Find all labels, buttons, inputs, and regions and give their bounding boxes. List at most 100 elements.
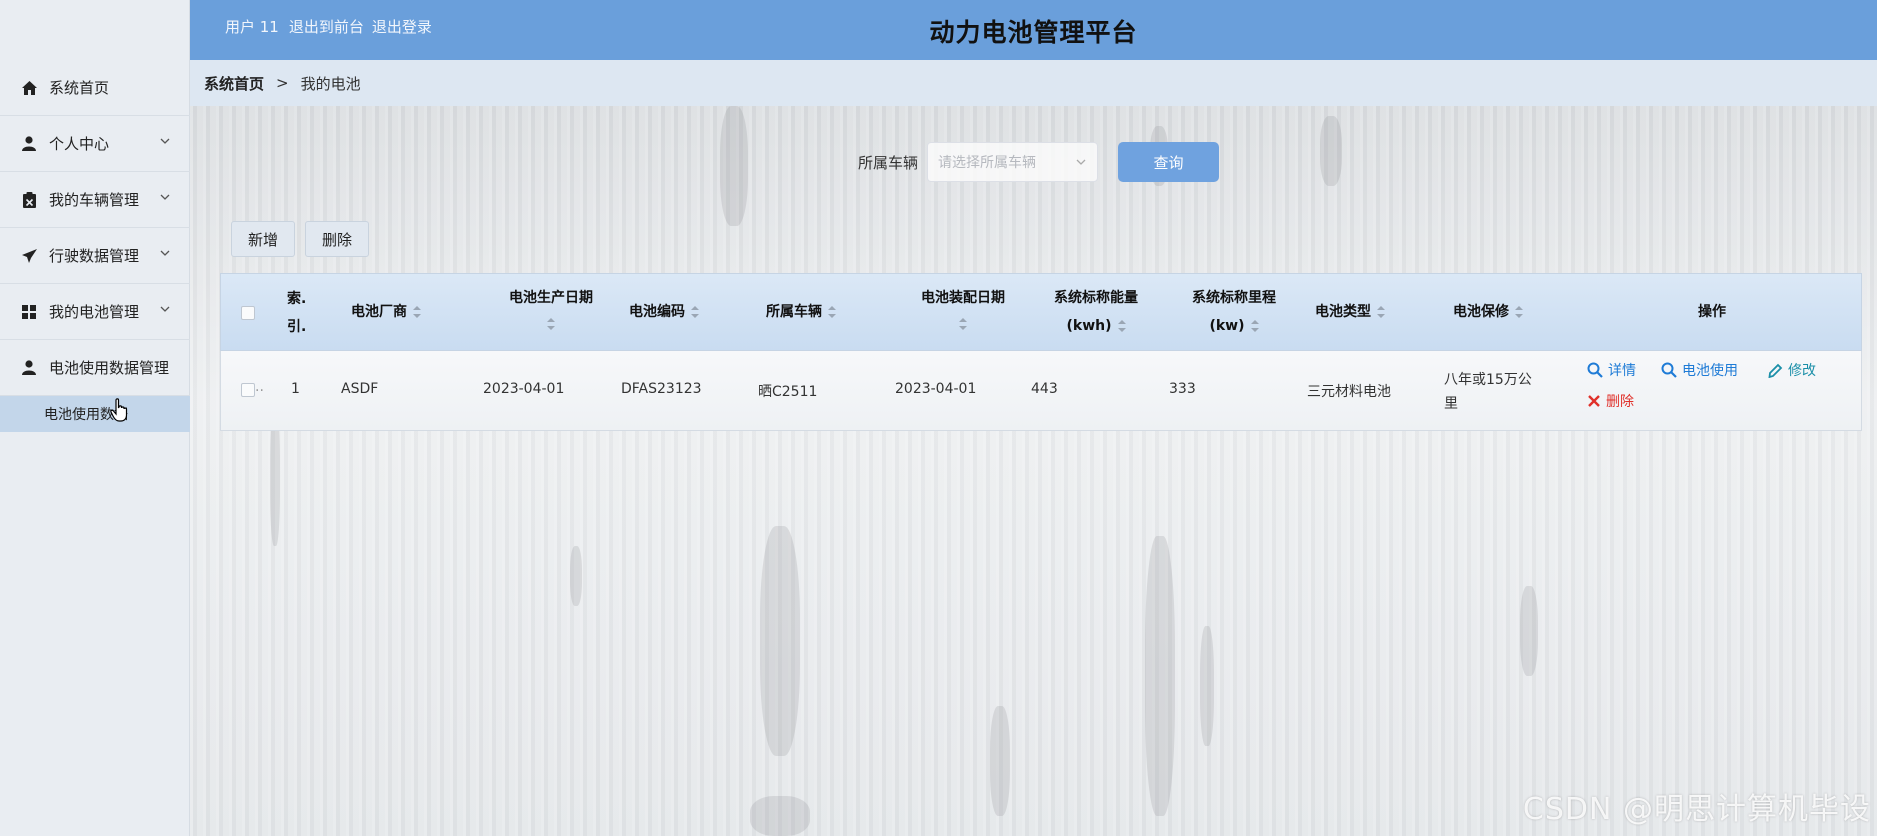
sort-icon: [1250, 320, 1259, 332]
page-title: 动力电池管理平台: [929, 18, 1138, 47]
col-vehicle-header[interactable]: 所属车辆: [766, 298, 836, 326]
cell-vehicle: 晒C2511: [758, 384, 818, 400]
sort-icon: [547, 318, 555, 330]
close-icon: [1588, 395, 1600, 407]
sort-icon: [828, 306, 836, 318]
chevron-down-icon: [160, 194, 170, 200]
select-all-checkbox[interactable]: [241, 306, 255, 320]
chevron-down-icon: [160, 250, 170, 256]
cell-mileage: 333: [1169, 381, 1196, 397]
cell-code: DFAS23123: [621, 381, 702, 397]
col-warranty-label: 电池保修: [1453, 304, 1509, 320]
col-prod-date-label: 电池生产日期: [509, 290, 593, 306]
sidebar-item-label: 系统首页: [49, 79, 110, 97]
cell-type: 三元材料电池: [1307, 384, 1391, 400]
edit-button[interactable]: 修改: [1768, 360, 1816, 380]
sidebar-item-home[interactable]: 系统首页: [0, 60, 190, 116]
battery-table: 索. 引. 电池厂商 电池生产日期 电池编码 所属车辆 电池装配日期 系统标称能量…: [220, 273, 1862, 431]
cell-warranty-line1: 八年或15万公: [1444, 372, 1532, 388]
chevron-down-icon: [160, 306, 170, 312]
sidebar-item-vehicle-management[interactable]: 我的车辆管理: [0, 172, 190, 228]
texture-crack: [1320, 116, 1342, 186]
texture-crack: [990, 706, 1010, 816]
vehicle-select-placeholder: 请选择所属车辆: [938, 155, 1037, 171]
col-prod-date-header[interactable]: 电池生产日期: [491, 284, 611, 340]
col-vendor-label: 电池厂商: [351, 304, 407, 320]
battery-usage-button[interactable]: 电池使用: [1661, 360, 1738, 380]
delete-button[interactable]: 删除: [305, 221, 370, 257]
sidebar-item-label: 个人中心: [49, 135, 110, 153]
col-index-line2: 引.: [287, 319, 307, 335]
pencil-icon: [1768, 363, 1783, 378]
search-bar: 所属车辆 请选择所属车辆 查询: [858, 142, 1220, 182]
battery-usage-label: 电池使用: [1682, 363, 1738, 379]
col-index-header: 索. 引.: [287, 285, 311, 341]
add-button[interactable]: 新增: [231, 221, 296, 257]
main-content: 所属车辆 请选择所属车辆 查询 新增 删除 索. 引. 电池厂商 电池生产日期 电…: [190, 106, 1877, 836]
breadcrumb-current: 我的电池: [300, 74, 361, 93]
col-energy-label: 系统标称能量: [1054, 290, 1138, 306]
col-install-date-header[interactable]: 电池装配日期: [903, 284, 1023, 340]
col-vendor-header[interactable]: 电池厂商: [351, 298, 421, 326]
query-button[interactable]: 查询: [1118, 142, 1220, 182]
sidebar-item-driving-data[interactable]: 行驶数据管理: [0, 228, 190, 284]
detail-label: 详情: [1608, 363, 1636, 379]
texture-crack: [750, 796, 810, 836]
row-checkbox-ellipsis: ..: [255, 379, 264, 395]
top-header: 用户 11 退出到前台 退出登录 动力电池管理平台: [190, 0, 1877, 60]
row-checkbox[interactable]: [241, 383, 255, 397]
breadcrumb-separator: >: [276, 74, 289, 92]
grid-icon: [20, 303, 38, 321]
col-mileage-unit: (kw): [1209, 318, 1245, 334]
col-energy-header[interactable]: 系统标称能量 (kwh): [1036, 284, 1156, 340]
cell-warranty: 八年或15万公里: [1444, 368, 1532, 416]
col-code-header[interactable]: 电池编码: [629, 298, 699, 326]
vehicle-filter-label: 所属车辆: [858, 153, 919, 172]
col-type-header[interactable]: 电池类型: [1315, 298, 1385, 326]
cell-index: 1: [291, 381, 300, 397]
sidebar-subitem-battery-usage[interactable]: 电池使用数据: [0, 396, 190, 432]
clipboard-icon: [20, 191, 38, 209]
col-mileage-header[interactable]: 系统标称里程 (kw): [1174, 284, 1294, 340]
texture-crack: [570, 546, 582, 606]
search-icon: [1587, 362, 1603, 378]
texture-crack: [760, 526, 800, 756]
sort-icon: [691, 306, 699, 318]
sidebar-item-battery-usage-data[interactable]: 电池使用数据管理: [0, 340, 190, 396]
detail-button[interactable]: 详情: [1587, 360, 1636, 380]
row-delete-button[interactable]: 删除: [1587, 391, 1634, 411]
sidebar-menu: 系统首页 个人中心 我的车辆管理 行驶数据管理 我的电池管理 电池使用数据管理 …: [0, 60, 190, 432]
cell-warranty-line2: 里: [1444, 396, 1458, 412]
cell-prod-date: 2023-04-01: [483, 381, 565, 397]
chevron-down-icon: [160, 138, 170, 144]
sort-icon: [413, 306, 421, 318]
col-warranty-header[interactable]: 电池保修: [1453, 298, 1523, 326]
col-ops-header: 操作: [1698, 304, 1726, 320]
sort-icon: [1117, 320, 1126, 332]
chevron-down-icon: [1076, 159, 1086, 165]
sort-icon: [959, 318, 967, 330]
sidebar-item-personal-center[interactable]: 个人中心: [0, 116, 190, 172]
sidebar-item-label: 行驶数据管理: [49, 247, 140, 265]
col-energy-unit: (kwh): [1066, 318, 1112, 334]
user-icon: [20, 135, 38, 153]
table-row: .. 1 ASDF 2023-04-01 DFAS23123 晒C2511 20…: [220, 351, 1862, 431]
texture-crack: [720, 106, 748, 226]
toolbar: 新增 删除: [231, 221, 379, 257]
texture-crack: [1145, 536, 1175, 816]
sidebar-item-battery-management[interactable]: 我的电池管理: [0, 284, 190, 340]
sidebar-item-label: 我的电池管理: [49, 303, 140, 321]
cell-install-date: 2023-04-01: [895, 381, 977, 397]
vehicle-select[interactable]: 请选择所属车辆: [927, 142, 1099, 182]
sort-icon: [1377, 306, 1385, 318]
col-vehicle-label: 所属车辆: [766, 304, 822, 320]
texture-crack: [1520, 586, 1538, 676]
col-code-label: 电池编码: [629, 304, 685, 320]
edit-label: 修改: [1788, 363, 1816, 379]
breadcrumb-home[interactable]: 系统首页: [204, 73, 264, 94]
col-mileage-label: 系统标称里程: [1192, 290, 1276, 306]
breadcrumb: 系统首页 > 我的电池: [190, 60, 1877, 106]
row-delete-label: 删除: [1606, 394, 1634, 410]
col-index-line1: 索.: [287, 291, 307, 307]
search-icon: [1661, 362, 1677, 378]
